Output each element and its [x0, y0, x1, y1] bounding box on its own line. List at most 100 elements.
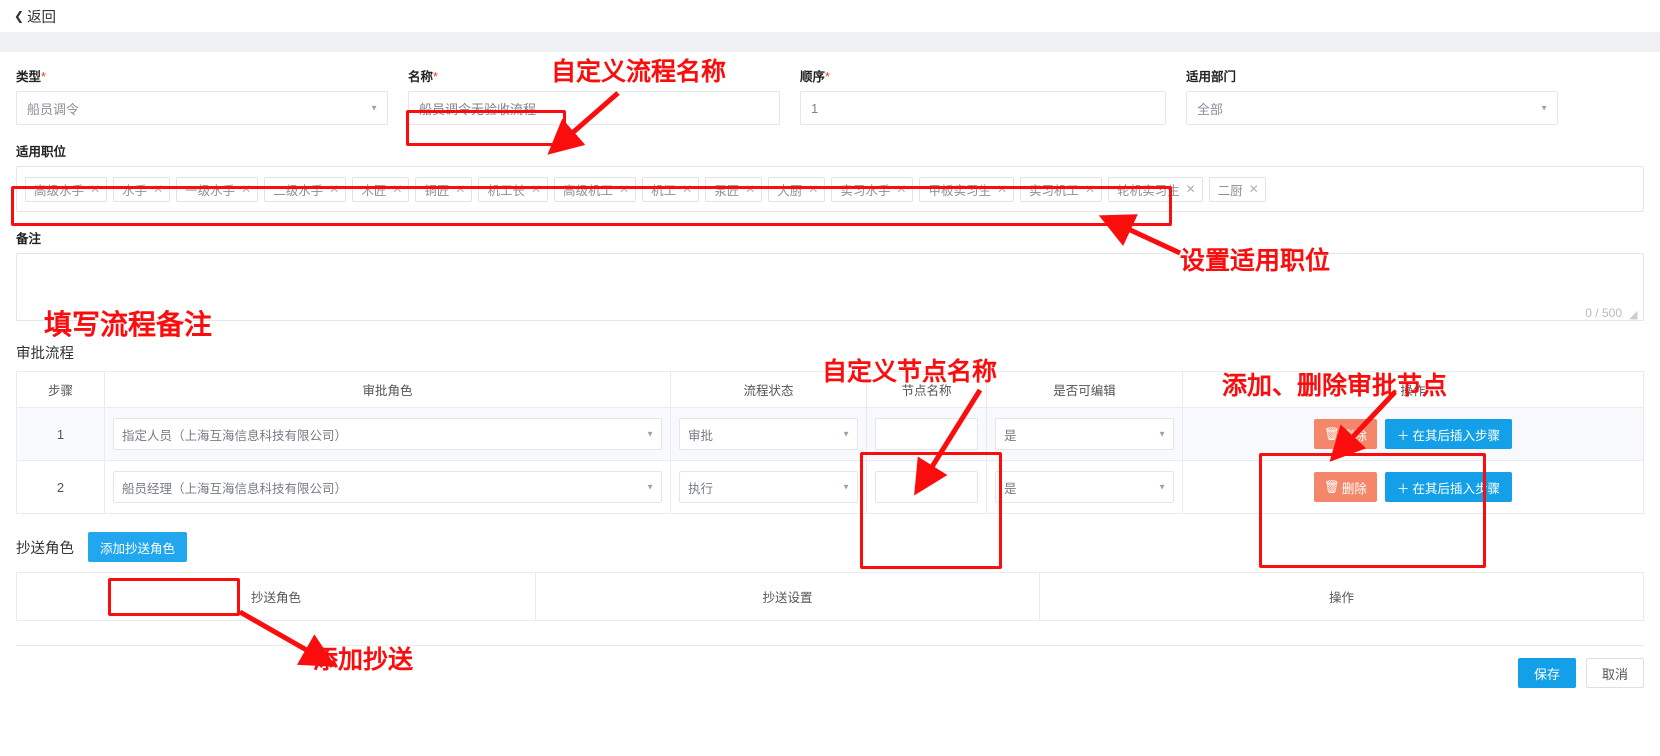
- node-name-input[interactable]: [875, 471, 978, 503]
- form-page: 类型* ▼ 名称* 顺序* 适用部门 ▼: [0, 52, 1660, 688]
- flow-status-select[interactable]: [679, 471, 858, 503]
- remark-textarea[interactable]: [16, 253, 1644, 321]
- approval-column-header: 节点名称: [866, 371, 987, 408]
- close-icon[interactable]: ✕: [90, 183, 100, 195]
- position-tag[interactable]: 水手 ✕: [113, 176, 171, 202]
- label-department: 适用部门: [1186, 70, 1237, 84]
- position-tag-label: 大厨: [777, 183, 803, 198]
- close-icon[interactable]: ✕: [153, 183, 163, 195]
- field-order: 顺序*: [800, 66, 1166, 125]
- delete-step-button[interactable]: 🗑 删除: [1314, 472, 1377, 502]
- editable-select[interactable]: [995, 471, 1174, 503]
- position-tag[interactable]: 轮机实习生 ✕: [1108, 176, 1203, 202]
- chevron-left-icon: ❮: [14, 9, 25, 23]
- position-tag[interactable]: 高级水手 ✕: [25, 176, 108, 202]
- cc-table: 抄送角色 抄送设置 操作: [16, 572, 1644, 621]
- flow-status-select[interactable]: [679, 418, 858, 450]
- close-icon[interactable]: ✕: [1085, 183, 1095, 195]
- status-select-wrap[interactable]: ▼: [679, 471, 858, 503]
- add-cc-role-button[interactable]: 添加抄送角色: [88, 532, 188, 562]
- position-tag[interactable]: 实习机工 ✕: [1020, 176, 1103, 202]
- delete-step-label: 删除: [1341, 481, 1367, 496]
- position-tag-label: 铜匠: [424, 183, 450, 198]
- step-number: 1: [16, 407, 105, 461]
- close-icon[interactable]: ✕: [329, 183, 339, 195]
- cancel-button[interactable]: 取消: [1586, 658, 1644, 688]
- close-icon[interactable]: ✕: [682, 183, 692, 195]
- editable-select-wrap[interactable]: ▼: [995, 471, 1174, 503]
- close-icon[interactable]: ✕: [896, 183, 906, 195]
- position-tag[interactable]: 二厨 ✕: [1208, 176, 1266, 202]
- delete-step-button[interactable]: 🗑 删除: [1314, 419, 1377, 449]
- department-select[interactable]: [1186, 91, 1558, 125]
- editable-select-wrap[interactable]: ▼: [995, 418, 1174, 450]
- position-tag-label: 机工: [651, 183, 677, 198]
- close-icon[interactable]: ✕: [531, 183, 541, 195]
- role-select-wrap[interactable]: ▼: [113, 418, 662, 450]
- approval-column-header: 审批角色: [104, 371, 671, 408]
- field-remark: 备注 0 / 500 ◢: [16, 212, 1644, 324]
- position-tag-label: 实习机工: [1029, 183, 1080, 198]
- position-tag[interactable]: 泵匠 ✕: [705, 176, 763, 202]
- position-tag[interactable]: 甲板实习生 ✕: [919, 176, 1015, 202]
- step-number: 2: [16, 460, 105, 514]
- role-select-wrap[interactable]: ▼: [113, 471, 662, 503]
- department-select-wrap[interactable]: ▼: [1186, 91, 1558, 125]
- plus-icon: ＋: [1396, 428, 1410, 443]
- position-tag[interactable]: 机工长 ✕: [478, 176, 549, 202]
- cc-section-header: 抄送角色 添加抄送角色: [16, 532, 1644, 562]
- node-name-cell: [866, 407, 987, 461]
- label-remark: 备注: [16, 232, 42, 246]
- position-tag[interactable]: 实习水手 ✕: [831, 176, 914, 202]
- close-icon[interactable]: ✕: [745, 183, 755, 195]
- back-label: 返回: [27, 9, 57, 26]
- label-order: 顺序*: [800, 70, 830, 84]
- insert-step-label: 在其后插入步骤: [1412, 428, 1500, 443]
- type-select-wrap[interactable]: ▼: [16, 91, 388, 125]
- close-icon[interactable]: ✕: [392, 183, 402, 195]
- editable-cell: ▼: [986, 407, 1183, 461]
- approval-column-header: 操作: [1182, 371, 1644, 408]
- position-tag[interactable]: 铜匠 ✕: [415, 176, 473, 202]
- insert-step-button[interactable]: ＋在其后插入步骤: [1384, 419, 1512, 449]
- remark-wrap: 0 / 500 ◢: [16, 253, 1644, 324]
- save-button[interactable]: 保存: [1518, 658, 1576, 688]
- type-select[interactable]: [16, 91, 388, 125]
- label-positions: 适用职位: [16, 145, 67, 159]
- status-select-wrap[interactable]: ▼: [679, 418, 858, 450]
- footer-actions: 保存 取消: [16, 646, 1644, 688]
- approval-role-select[interactable]: [113, 418, 662, 450]
- cc-column-header: 抄送设置: [535, 572, 1040, 621]
- form-row-primary: 类型* ▼ 名称* 顺序* 适用部门 ▼: [16, 52, 1644, 125]
- close-icon[interactable]: ✕: [997, 183, 1007, 195]
- name-input[interactable]: [408, 91, 780, 125]
- close-icon[interactable]: ✕: [808, 183, 818, 195]
- editable-select[interactable]: [995, 418, 1174, 450]
- order-input[interactable]: [800, 91, 1166, 125]
- insert-step-button[interactable]: ＋在其后插入步骤: [1384, 472, 1512, 502]
- position-tag[interactable]: 高级机工 ✕: [554, 176, 637, 202]
- node-name-input[interactable]: [875, 418, 978, 450]
- close-icon[interactable]: ✕: [1249, 183, 1259, 195]
- position-tag[interactable]: 机工 ✕: [642, 176, 700, 202]
- position-tag[interactable]: 木匠 ✕: [352, 176, 410, 202]
- position-tag-label: 机工长: [487, 183, 525, 198]
- approval-role-cell: ▼: [104, 407, 671, 461]
- close-icon[interactable]: ✕: [455, 183, 465, 195]
- close-icon[interactable]: ✕: [241, 183, 251, 195]
- position-tag-label: 高级水手: [34, 183, 85, 198]
- close-icon[interactable]: ✕: [1186, 183, 1196, 195]
- approval-role-cell: ▼: [104, 460, 671, 514]
- back-button[interactable]: ❮ 返回: [14, 6, 56, 27]
- positions-tag-box[interactable]: 高级水手 ✕ 水手 ✕ 一级水手 ✕ 二级水手 ✕ 木匠 ✕ 铜匠 ✕ 机工长 ✕ 高级机工 ✕ 机工 ✕ 泵匠 ✕ 大…: [16, 166, 1644, 212]
- required-marker: *: [41, 70, 46, 84]
- position-tag[interactable]: 二级水手 ✕: [264, 176, 347, 202]
- position-tag-label: 二厨: [1217, 183, 1243, 198]
- approval-role-select[interactable]: [113, 471, 662, 503]
- position-tag[interactable]: 大厨 ✕: [768, 176, 826, 202]
- position-tag[interactable]: 一级水手 ✕: [176, 176, 259, 202]
- resize-grip-icon[interactable]: ◢: [1629, 310, 1641, 322]
- close-icon[interactable]: ✕: [619, 183, 629, 195]
- flow-status-cell: ▼: [670, 407, 867, 461]
- section-divider-strip: [0, 32, 1660, 52]
